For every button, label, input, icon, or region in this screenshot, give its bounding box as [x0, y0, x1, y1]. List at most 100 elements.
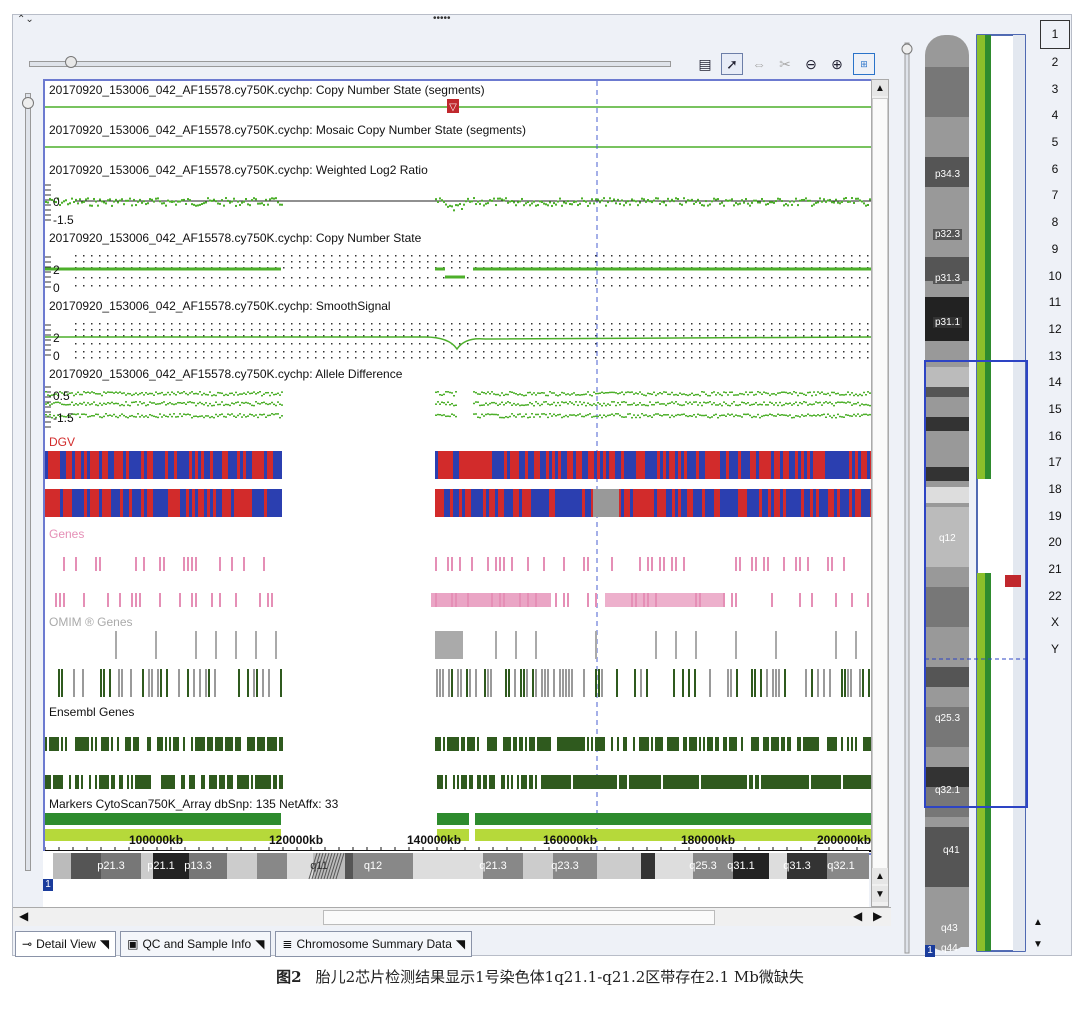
- grid-dot: [579, 277, 581, 279]
- export-icon[interactable]: ▤: [695, 54, 715, 74]
- detail-vertical-scrollbar[interactable]: ▲ ▲ ▼: [871, 79, 889, 907]
- grid-dot: [299, 267, 301, 269]
- resize-grip[interactable]: •••••: [433, 13, 451, 24]
- chromosome-number-18[interactable]: 18: [1040, 476, 1070, 503]
- chromosome-number-4[interactable]: 4: [1040, 102, 1070, 129]
- chromosome-number-9[interactable]: 9: [1040, 236, 1070, 263]
- detail-view-canvas[interactable]: ▽ 20170920_153006_042_AF15578.cy750K.cyc…: [43, 79, 873, 855]
- collapse-toggle[interactable]: ⌃⌄: [17, 14, 34, 25]
- gene-mark: [459, 557, 461, 571]
- zoom-slider-thumb[interactable]: [65, 56, 77, 68]
- ensembl-mark: [149, 775, 151, 789]
- ov-scroll-down-icon[interactable]: ▼: [1033, 939, 1043, 950]
- chromosome-number-10[interactable]: 10: [1040, 262, 1070, 289]
- grid-dot: [587, 323, 589, 325]
- chromosome-number-20[interactable]: 20: [1040, 529, 1070, 556]
- scroll-up-icon[interactable]: ▲: [872, 80, 888, 96]
- grid-dot: [427, 267, 429, 269]
- grid-dot: [851, 335, 853, 337]
- grid-dot: [427, 255, 429, 257]
- chromosome-number-21[interactable]: 21: [1040, 556, 1070, 583]
- allele-point: [531, 413, 533, 415]
- gene-mark: [83, 593, 85, 607]
- chromosome-number-1[interactable]: 1: [1040, 20, 1070, 49]
- vertical-zoom-thumb[interactable]: [22, 97, 34, 109]
- chromosome-number-17[interactable]: 17: [1040, 449, 1070, 476]
- chromosome-number-5[interactable]: 5: [1040, 129, 1070, 156]
- allele-point: [149, 401, 151, 403]
- grid-dot: [787, 323, 789, 325]
- log2-point: [817, 201, 819, 204]
- chromosome-number-13[interactable]: 13: [1040, 342, 1070, 369]
- zoom-out-icon[interactable]: ⊖: [801, 54, 821, 74]
- grid-dot: [683, 323, 685, 325]
- tab-menu-icon[interactable]: ◥: [255, 937, 264, 951]
- tab-detail-view[interactable]: ⊸ Detail View ◥: [15, 931, 117, 957]
- tab-menu-icon[interactable]: ◥: [100, 937, 109, 951]
- dgv-stripe: [798, 489, 801, 517]
- dgv-stripe: [687, 489, 690, 517]
- allele-point: [495, 402, 497, 405]
- chromosome-number-8[interactable]: 8: [1040, 209, 1070, 236]
- dgv-stripe: [630, 489, 633, 517]
- grid-dot: [699, 261, 701, 263]
- grid-dot: [571, 357, 573, 359]
- scroll-left-icon-right[interactable]: ◀: [853, 909, 862, 923]
- tab-menu-icon[interactable]: ◥: [456, 937, 465, 951]
- chromosome-number-16[interactable]: 16: [1040, 422, 1070, 449]
- pan-icon[interactable]: ⇔: [749, 54, 769, 74]
- chromosome-number-7[interactable]: 7: [1040, 182, 1070, 209]
- log2-point: [255, 198, 257, 201]
- scroll-up-icon-lower[interactable]: ▲: [872, 868, 888, 884]
- zoom-in-icon[interactable]: ⊕: [827, 54, 847, 74]
- zoom-fit-icon[interactable]: ⊞: [853, 53, 875, 75]
- scroll-left-icon[interactable]: ◀: [19, 909, 28, 923]
- ensembl-mark: [729, 737, 731, 751]
- chromosome-number-19[interactable]: 19: [1040, 502, 1070, 529]
- grid-dot: [251, 323, 253, 325]
- scroll-thumb[interactable]: [872, 98, 888, 870]
- scroll-right-icon[interactable]: ▶: [873, 909, 882, 923]
- chromosome-number-11[interactable]: 11: [1040, 289, 1070, 316]
- ov-scroll-up-icon[interactable]: ▲: [1033, 917, 1043, 928]
- log2-point: [827, 199, 829, 202]
- pointer-icon[interactable]: ➚: [721, 53, 743, 75]
- ensembl-mark: [743, 775, 745, 789]
- grid-dot: [763, 285, 765, 287]
- chromosome-number-X[interactable]: X: [1040, 609, 1070, 636]
- allele-point: [107, 402, 109, 404]
- allele-point: [507, 416, 509, 419]
- dgv-stripe: [465, 489, 468, 517]
- chromosome-number-6[interactable]: 6: [1040, 155, 1070, 182]
- hscroll-thumb[interactable]: [323, 910, 715, 925]
- tab-qc-sample-info[interactable]: ▣ QC and Sample Info ◥: [120, 931, 272, 957]
- allele-point: [627, 404, 629, 406]
- chromosome-number-3[interactable]: 3: [1040, 75, 1070, 102]
- clear-icon[interactable]: ✂: [775, 54, 795, 74]
- chromosome-number-2[interactable]: 2: [1040, 49, 1070, 76]
- log2-point: [697, 198, 699, 201]
- ensembl-mark: [477, 775, 479, 789]
- chromosome-number-Y[interactable]: Y: [1040, 636, 1070, 663]
- chromosome-ideogram[interactable]: p21.3 p21.1 p13.3 q11 q12 q21.3 q23.3 q2…: [43, 851, 869, 907]
- ensembl-mark: [651, 775, 653, 789]
- chromosome-number-12[interactable]: 12: [1040, 316, 1070, 343]
- scroll-down-icon[interactable]: ▼: [872, 886, 888, 902]
- allele-point: [127, 404, 129, 406]
- grid-dot: [595, 351, 597, 353]
- grid-dot: [675, 285, 677, 287]
- tab-chromosome-summary[interactable]: ≣ Chromosome Summary Data ◥: [275, 931, 473, 957]
- allele-point: [653, 414, 655, 416]
- chromosome-number-22[interactable]: 22: [1040, 582, 1070, 609]
- grid-dot: [491, 343, 493, 345]
- chromosome-number-15[interactable]: 15: [1040, 396, 1070, 423]
- horizontal-scrollbar[interactable]: ◀ ◀ ▶: [13, 907, 891, 926]
- allele-point: [717, 392, 719, 394]
- chromosome-number-14[interactable]: 14: [1040, 369, 1070, 396]
- grid-dot: [859, 285, 861, 287]
- allele-point: [863, 413, 865, 416]
- vertical-zoom-slider[interactable]: [25, 93, 31, 871]
- grid-dot: [507, 335, 509, 337]
- dgv-stripe: [468, 451, 471, 479]
- zoom-slider-track[interactable]: [29, 61, 671, 67]
